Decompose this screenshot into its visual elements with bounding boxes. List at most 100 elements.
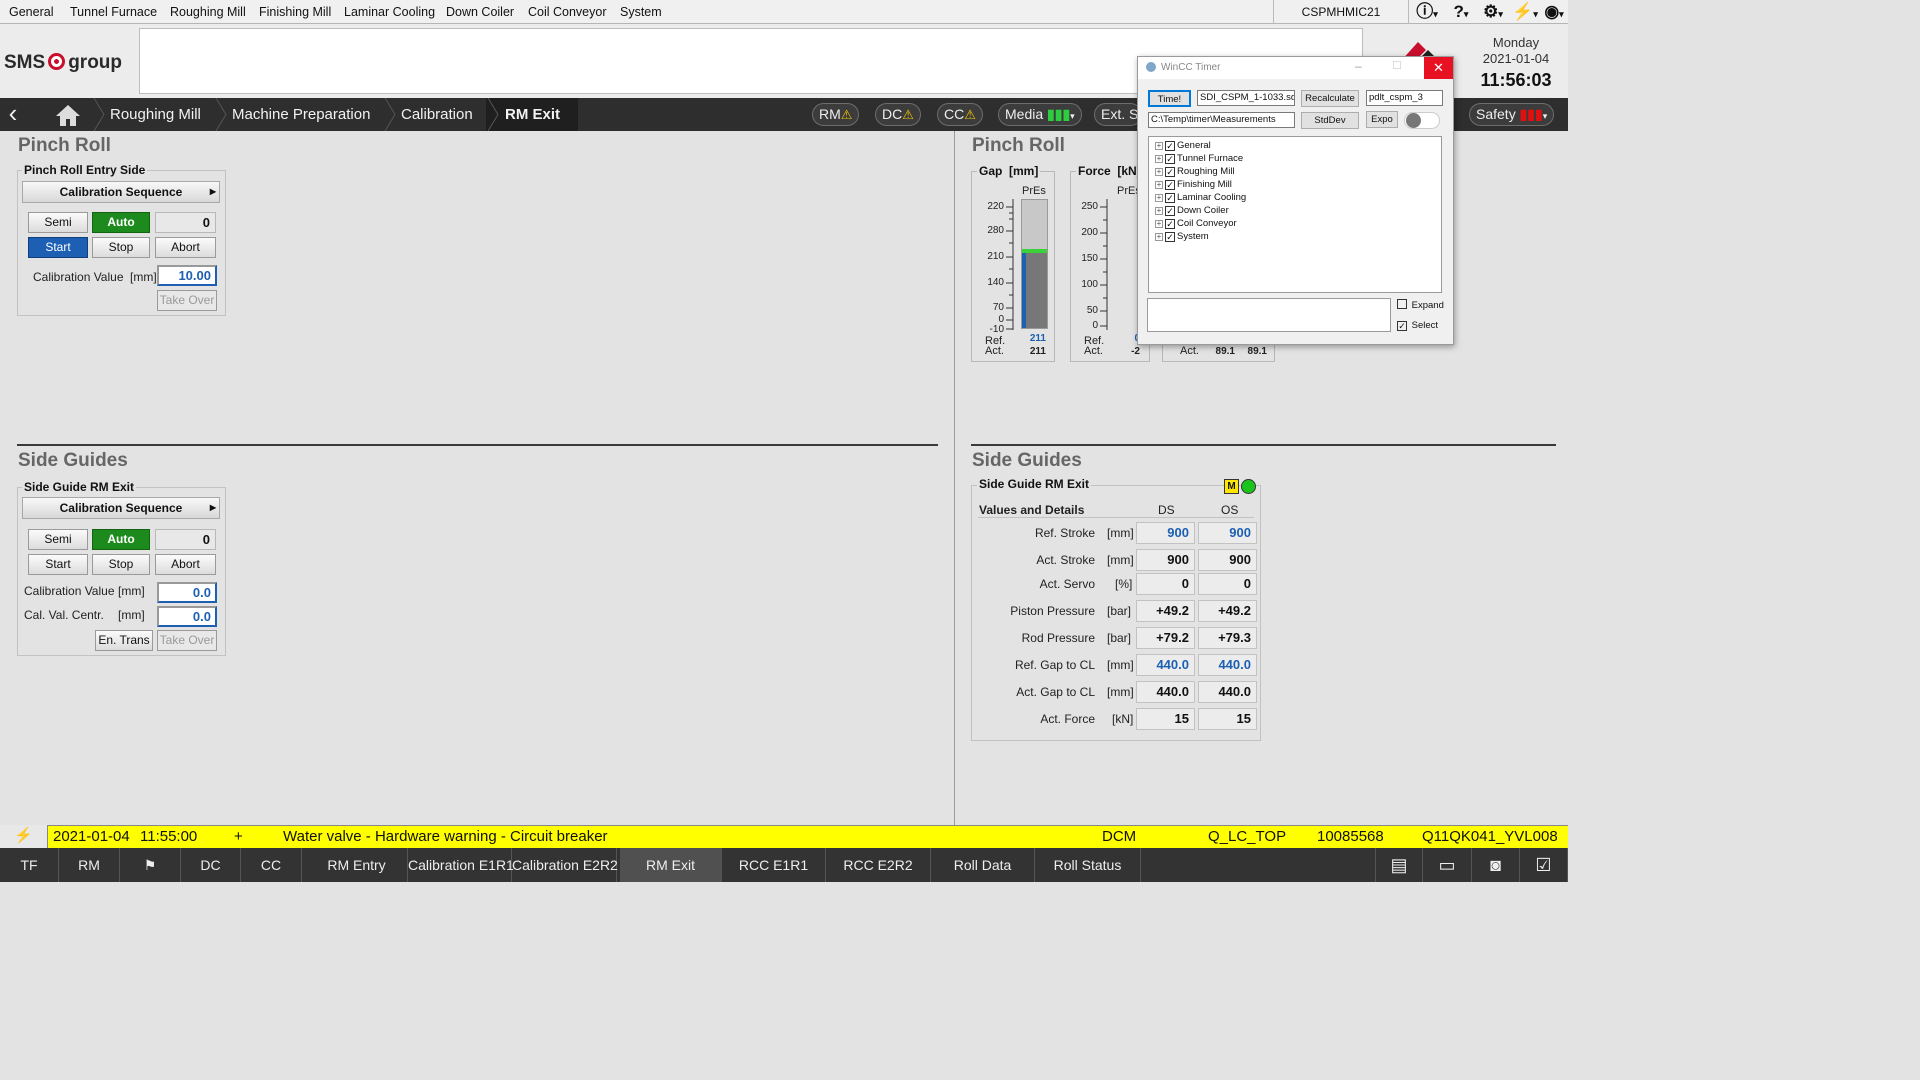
stop-button[interactable]: Stop bbox=[92, 237, 150, 258]
tree-item[interactable]: + ✓ Laminar Cooling bbox=[1155, 192, 1246, 203]
toggle-switch[interactable] bbox=[1404, 112, 1440, 129]
menu-down-coiler[interactable]: Down Coiler bbox=[446, 5, 514, 19]
sg-calibration-value-input[interactable]: 0.0 bbox=[157, 582, 217, 603]
maximize-icon[interactable]: ☐ bbox=[1392, 59, 1402, 72]
display-icon[interactable]: ▤ bbox=[1375, 848, 1423, 882]
start-button[interactable]: Start bbox=[28, 237, 88, 258]
sg-start-button[interactable]: Start bbox=[28, 554, 88, 575]
back-icon[interactable]: ‹ bbox=[0, 98, 26, 131]
menu-coil-conveyor[interactable]: Coil Conveyor bbox=[528, 5, 607, 19]
tab-calibration-e2r2[interactable]: Calibration E2R2 bbox=[512, 848, 618, 882]
crumb-machine-preparation[interactable]: Machine Preparation bbox=[232, 106, 370, 123]
tab-rcc-e2r2[interactable]: RCC E2R2 bbox=[826, 848, 931, 882]
dc-status-pill[interactable]: DC⚠ bbox=[875, 103, 921, 126]
menu-tunnel-furnace[interactable]: Tunnel Furnace bbox=[70, 5, 157, 19]
expand-icon[interactable]: + bbox=[1155, 207, 1163, 215]
tab-roll-data[interactable]: Roll Data bbox=[931, 848, 1035, 882]
checkbox-checked-icon[interactable]: ✓ bbox=[1165, 180, 1175, 190]
tree-item[interactable]: + ✓ Roughing Mill bbox=[1155, 166, 1235, 177]
checkbox-checked-icon[interactable]: ✓ bbox=[1397, 321, 1407, 331]
checkbox-checked-icon[interactable]: ✓ bbox=[1165, 154, 1175, 164]
menu-laminar-cooling[interactable]: Laminar Cooling bbox=[344, 5, 435, 19]
tab-flag[interactable]: ⚑ bbox=[120, 848, 181, 882]
tab-rm[interactable]: RM bbox=[59, 848, 120, 882]
lightning-icon[interactable]: ⚡ bbox=[0, 825, 48, 848]
abort-button[interactable]: Abort bbox=[155, 237, 216, 258]
checkbox-checked-icon[interactable]: ✓ bbox=[1165, 206, 1175, 216]
tab-rm-entry[interactable]: RM Entry bbox=[306, 848, 408, 882]
en-trans-button[interactable]: En. Trans bbox=[95, 630, 153, 651]
eye-icon[interactable]: ◉▾ bbox=[1536, 1, 1572, 23]
info-icon[interactable]: ⓘ▾ bbox=[1409, 1, 1445, 23]
ext-status-pill[interactable]: Ext. S bbox=[1094, 103, 1142, 126]
cc-status-pill[interactable]: CC⚠ bbox=[937, 103, 983, 126]
minimize-icon[interactable]: – bbox=[1355, 59, 1362, 73]
monitor-icon[interactable]: ▭ bbox=[1423, 848, 1472, 882]
expand-icon[interactable]: + bbox=[1155, 181, 1163, 189]
crumb-rm-exit[interactable]: RM Exit bbox=[505, 106, 560, 123]
menu-system[interactable]: System bbox=[620, 5, 662, 19]
tree-item[interactable]: + ✓ Coil Conveyor bbox=[1155, 218, 1237, 229]
select-option[interactable]: ✓ Select bbox=[1397, 320, 1438, 331]
recalculate-button[interactable]: Recalculate bbox=[1301, 90, 1359, 107]
sg-abort-button[interactable]: Abort bbox=[155, 554, 216, 575]
tree-item[interactable]: + ✓ Down Coiler bbox=[1155, 205, 1229, 216]
take-over-button[interactable]: Take Over bbox=[157, 290, 217, 311]
expand-option[interactable]: Expand bbox=[1397, 299, 1444, 311]
checkbox-checked-icon[interactable]: ✓ bbox=[1165, 232, 1175, 242]
crumb-calibration[interactable]: Calibration bbox=[401, 106, 473, 123]
tree-item[interactable]: + ✓ System bbox=[1155, 231, 1209, 242]
sg-stop-button[interactable]: Stop bbox=[92, 554, 150, 575]
cal-val-centr-input[interactable]: 0.0 bbox=[157, 606, 217, 627]
sg-take-over-button[interactable]: Take Over bbox=[157, 630, 217, 651]
sg-semi-button[interactable]: Semi bbox=[28, 529, 88, 550]
checkbox-checked-icon[interactable]: ✓ bbox=[1165, 141, 1175, 151]
safety-status-pill[interactable]: Safety ▮▮▮▾ bbox=[1469, 103, 1555, 126]
tab-rm-exit[interactable]: RM Exit bbox=[620, 848, 722, 882]
rm-status-pill[interactable]: RM⚠ bbox=[812, 103, 860, 126]
menu-general[interactable]: General bbox=[9, 5, 53, 19]
expand-icon[interactable]: + bbox=[1155, 233, 1163, 241]
media-status-pill[interactable]: Media ▮▮▮▾ bbox=[998, 103, 1082, 126]
expand-icon[interactable]: + bbox=[1155, 220, 1163, 228]
sql-file-field[interactable]: SDI_CSPM_1-1033.sql bbox=[1197, 90, 1295, 106]
output-textbox[interactable] bbox=[1147, 298, 1391, 332]
calibration-sequence-button[interactable]: Calibration Sequence ▶ bbox=[22, 181, 220, 203]
path-field[interactable]: C:\Temp\timer\Measurements bbox=[1148, 112, 1295, 128]
calibration-value-input[interactable]: 10.00 bbox=[157, 265, 217, 286]
tree-item[interactable]: + ✓ Finishing Mill bbox=[1155, 179, 1232, 190]
database-field[interactable]: pdlt_cspm_3 bbox=[1366, 90, 1443, 106]
menu-finishing-mill[interactable]: Finishing Mill bbox=[259, 5, 331, 19]
menu-roughing-mill[interactable]: Roughing Mill bbox=[170, 5, 246, 19]
tree-item[interactable]: + ✓ General bbox=[1155, 140, 1211, 151]
tab-cc[interactable]: CC bbox=[241, 848, 302, 882]
sg-auto-button[interactable]: Auto bbox=[92, 529, 150, 550]
stddev-button[interactable]: StdDev bbox=[1301, 112, 1359, 129]
sg-calibration-sequence-button[interactable]: Calibration Sequence ▶ bbox=[22, 497, 220, 519]
checkbox-unchecked-icon[interactable] bbox=[1397, 299, 1407, 309]
checkbox-checked-icon[interactable]: ✓ bbox=[1165, 167, 1175, 177]
expo-button[interactable]: Expo bbox=[1366, 111, 1398, 128]
tab-dc[interactable]: DC bbox=[181, 848, 241, 882]
auto-button[interactable]: Auto bbox=[92, 212, 150, 233]
tab-rcc-e1r1[interactable]: RCC E1R1 bbox=[722, 848, 826, 882]
semi-button[interactable]: Semi bbox=[28, 212, 88, 233]
tab-roll-status[interactable]: Roll Status bbox=[1035, 848, 1141, 882]
tab-tf[interactable]: TF bbox=[0, 848, 59, 882]
checkbox-checked-icon[interactable]: ✓ bbox=[1165, 193, 1175, 203]
expand-icon[interactable]: + bbox=[1155, 155, 1163, 163]
time-button[interactable]: Time! bbox=[1148, 90, 1191, 107]
checkbox-checked-icon[interactable]: ✓ bbox=[1165, 219, 1175, 229]
expand-icon[interactable]: + bbox=[1155, 194, 1163, 202]
checklist-icon[interactable]: ☑ bbox=[1520, 848, 1568, 882]
tree-item[interactable]: + ✓ Tunnel Furnace bbox=[1155, 153, 1243, 164]
crumb-roughing-mill[interactable]: Roughing Mill bbox=[110, 106, 201, 123]
expand-icon[interactable]: + bbox=[1155, 168, 1163, 176]
tab-calibration-e1r1[interactable]: Calibration E1R1 bbox=[408, 848, 514, 882]
help-icon[interactable]: ?▾ bbox=[1443, 1, 1479, 23]
camera-icon[interactable]: ◙ bbox=[1472, 848, 1520, 882]
settings-icon[interactable]: ⚙▾ bbox=[1475, 1, 1511, 23]
home-icon[interactable] bbox=[52, 102, 84, 128]
close-icon[interactable]: ✕ bbox=[1424, 57, 1453, 79]
expand-icon[interactable]: + bbox=[1155, 142, 1163, 150]
